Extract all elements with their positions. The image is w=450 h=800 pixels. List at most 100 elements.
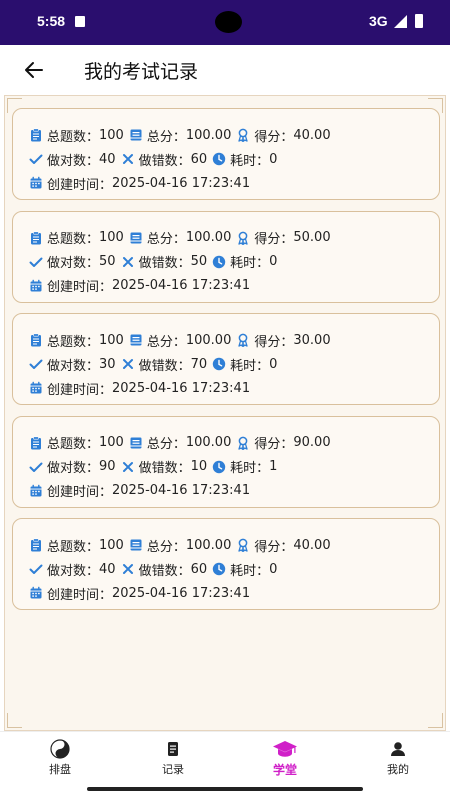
time-used-value: 0 [269,561,278,577]
exam-record-card[interactable]: 总题数： 100 总分： 100.00 得分： 90.00 做对数： 90 做错数： 10… [12,415,440,508]
calendar-icon [30,586,42,599]
wrong-value: 10 [190,459,208,474]
clipboard-icon [31,538,41,552]
correct-value: 40 [99,151,116,167]
score-label: 得分： [254,437,294,452]
back-arrow-icon[interactable] [22,58,46,82]
time-used-value: 1 [269,459,278,474]
created-label: 创建时间： [47,587,113,603]
document-icon [168,742,178,756]
status-time: 5:58 [37,13,66,29]
check-icon [29,257,43,267]
time-used-value: 0 [269,254,278,269]
correct-label: 做对数： [47,563,100,579]
record-row-scores: 总题数： 100 总分： 100.00 得分： 50.00 [29,228,331,248]
wrong-label: 做错数： [138,563,191,579]
sd-card-icon [75,16,85,27]
close-icon [122,256,133,267]
total-score-value: 100.00 [185,332,232,348]
exam-record-card[interactable]: 总题数： 100 总分： 100.00 得分： 40.00 做对数： 40 做错数： 60… [12,108,440,200]
created-value: 2025-04-16 17:23:41 [112,585,251,601]
wrong-value: 50 [190,254,208,269]
record-row-scores: 总题数： 100 总分： 100.00 得分： 30.00 [29,330,331,350]
clock-icon [212,562,226,576]
book-icon [130,129,142,141]
record-row-created: 创建时间： 2025-04-16 17:23:41 [29,276,250,296]
score-value: 40.00 [293,127,331,143]
score-label: 得分： [254,334,294,350]
record-row-answers: 做对数： 40 做错数： 60 耗时： 0 [29,149,277,169]
correct-value: 90 [99,459,116,474]
correct-value: 30 [99,356,116,372]
home-indicator[interactable] [87,787,363,791]
person-icon [391,742,405,756]
time-used-label: 耗时： [230,358,270,374]
total-questions-label: 总题数： [47,437,100,452]
award-icon [238,538,249,552]
total-score-label: 总分： [146,334,186,350]
calendar-icon [30,176,42,189]
frame-corner [428,713,443,728]
exam-record-card[interactable]: 总题数： 100 总分： 100.00 得分： 40.00 做对数： 40 做错数： 60… [12,518,440,610]
time-used-label: 耗时： [230,256,270,271]
wrong-value: 70 [190,356,208,372]
tab-label: 学堂 [272,763,297,777]
created-label: 创建时间： [47,280,113,295]
records-list[interactable]: 总题数： 100 总分： 100.00 得分： 40.00 做对数： 40 做错数： 60… [4,95,446,731]
record-row-created: 创建时间： 2025-04-16 17:23:41 [29,173,250,193]
created-label: 创建时间： [47,485,113,500]
correct-label: 做对数： [47,153,100,169]
total-questions-label: 总题数： [47,334,100,350]
exam-record-card[interactable]: 总题数： 100 总分： 100.00 得分： 30.00 做对数： 30 做错数： 70… [12,313,440,405]
total-questions-label: 总题数： [47,539,100,555]
total-questions-label: 总题数： [47,129,100,145]
close-icon [122,564,133,574]
record-row-answers: 做对数： 90 做错数： 10 耗时： 1 [29,457,277,477]
total-questions-label: 总题数： [47,232,100,247]
score-value: 40.00 [293,537,331,553]
time-used-value: 0 [269,356,278,372]
check-icon [29,359,43,369]
wrong-value: 60 [190,151,208,167]
camera-cutout [215,11,242,33]
time-used-value: 0 [269,151,278,167]
time-used-label: 耗时： [230,461,270,476]
total-score-value: 100.00 [185,537,232,553]
created-value: 2025-04-16 17:23:41 [112,483,251,498]
correct-value: 50 [99,254,116,269]
clipboard-icon [31,128,41,142]
time-used-label: 耗时： [230,153,270,169]
close-icon [122,359,133,369]
tab-label: 记录 [162,763,184,776]
graduation-cap-icon [273,741,297,757]
book-icon [130,539,142,551]
created-value: 2025-04-16 17:23:41 [112,175,251,191]
score-value: 90.00 [293,435,331,450]
clipboard-icon [31,436,41,449]
score-label: 得分： [254,129,294,145]
exam-record-card[interactable]: 总题数： 100 总分： 100.00 得分： 50.00 做对数： 50 做错数： 50… [12,210,440,303]
record-row-created: 创建时间： 2025-04-16 17:23:41 [29,583,250,603]
score-value: 30.00 [293,332,331,348]
tab-school[interactable]: 学堂 [229,732,341,782]
score-value: 50.00 [293,230,331,245]
check-icon [29,564,43,574]
created-value: 2025-04-16 17:23:41 [112,380,251,396]
book-icon [130,437,142,448]
total-questions-value: 100 [99,435,124,450]
gesture-bar [0,781,450,800]
total-score-label: 总分： [146,539,186,555]
wrong-label: 做错数： [138,461,191,476]
check-icon [29,154,43,164]
battery-icon [415,14,423,28]
award-icon [238,128,249,142]
tab-paipan[interactable]: 排盘 [4,732,116,782]
book-icon [130,232,142,243]
frame-corner [7,713,22,728]
correct-label: 做对数： [47,256,100,271]
record-row-scores: 总题数： 100 总分： 100.00 得分： 40.00 [29,125,331,145]
app-bar: 我的考试记录 [0,45,450,95]
tab-mine[interactable]: 我的 [342,732,450,782]
total-questions-value: 100 [99,230,124,245]
tab-records[interactable]: 记录 [117,732,229,782]
